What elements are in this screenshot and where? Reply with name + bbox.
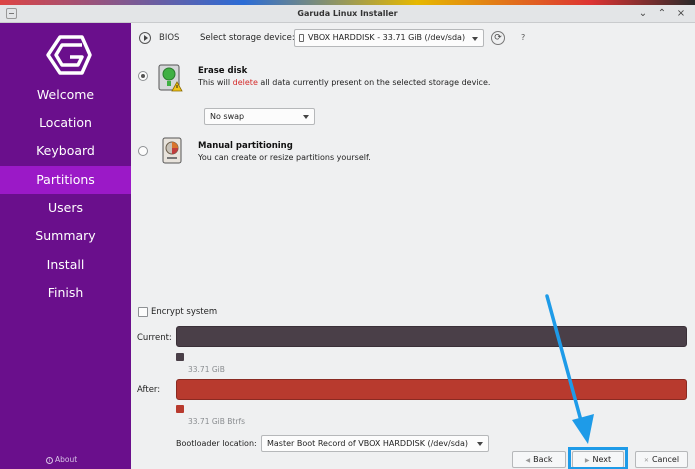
- encrypt-system-checkbox[interactable]: [138, 307, 148, 317]
- bootloader-select[interactable]: Master Boot Record of VBOX HARDDISK (/de…: [261, 435, 489, 452]
- sidebar-item-summary: Summary: [35, 228, 96, 243]
- firmware-icon: [139, 32, 151, 44]
- after-size: 33.71 GiB Btrfs: [188, 417, 245, 426]
- back-arrow-icon: ◀: [525, 457, 531, 464]
- after-legend-swatch: [176, 405, 184, 413]
- erase-disk-radio[interactable]: [138, 71, 148, 81]
- after-label: After:: [137, 385, 161, 395]
- about-button[interactable]: i About: [46, 455, 77, 464]
- sidebar-item-install: Install: [46, 257, 85, 272]
- erase-desc-part: all data currently present on the select…: [257, 78, 491, 87]
- installer-window: Garuda Linux Installer ⌄ ⌃ × Welcome Loc…: [0, 5, 695, 469]
- sidebar-item-partitions: Partitions: [0, 166, 131, 194]
- garuda-logo: [46, 35, 92, 75]
- storage-device-select[interactable]: VBOX HARDDISK - 33.71 GiB (/dev/sda): [294, 29, 484, 47]
- swap-value: No swap: [210, 112, 245, 121]
- back-button[interactable]: ◀ Back: [512, 451, 566, 468]
- current-legend-swatch: [176, 353, 184, 361]
- sidebar-item-welcome: Welcome: [36, 87, 95, 102]
- erase-disk-title: Erase disk: [198, 66, 248, 76]
- storage-device-label: Select storage device:: [200, 33, 295, 43]
- sidebar: Welcome Location Keyboard Partitions Use…: [0, 23, 131, 469]
- cancel-label: Cancel: [651, 455, 680, 464]
- erase-disk-description: This will delete all data currently pres…: [198, 78, 490, 87]
- about-label: About: [55, 455, 78, 464]
- chevron-down-icon: [472, 37, 478, 41]
- refresh-icon[interactable]: ⟳: [491, 31, 505, 45]
- current-partition-bar: [176, 326, 687, 347]
- current-label: Current:: [137, 333, 172, 343]
- manual-partitioning-radio[interactable]: [138, 146, 148, 156]
- maximize-icon[interactable]: ⌃: [656, 8, 668, 20]
- sidebar-item-finish: Finish: [47, 285, 84, 300]
- erase-desc-delete: delete: [232, 78, 258, 87]
- sidebar-item-keyboard: Keyboard: [36, 143, 95, 158]
- chevron-down-icon: [303, 115, 309, 119]
- hard-disk-icon: [299, 34, 304, 42]
- chevron-down-icon: [477, 442, 483, 446]
- info-icon: i: [46, 456, 53, 464]
- bootloader-label: Bootloader location:: [176, 439, 257, 448]
- bootloader-value: Master Boot Record of VBOX HARDDISK (/de…: [267, 439, 468, 448]
- erase-disk-icon: [158, 64, 183, 92]
- partitions-page: BIOS Select storage device: VBOX HARDDIS…: [131, 23, 695, 469]
- title-bar: Garuda Linux Installer ⌄ ⌃ ×: [0, 5, 695, 23]
- after-partition-bar: [176, 379, 687, 400]
- storage-device-value: VBOX HARDDISK - 33.71 GiB (/dev/sda): [308, 33, 466, 42]
- manual-partitioning-title: Manual partitioning: [198, 141, 293, 151]
- erase-desc-part: This will: [198, 78, 233, 87]
- minimize-icon[interactable]: ⌄: [637, 8, 649, 20]
- cancel-button[interactable]: ✕ Cancel: [635, 451, 688, 468]
- manual-partitioning-description: You can create or resize partitions your…: [198, 153, 371, 162]
- window-title: Garuda Linux Installer: [297, 9, 398, 18]
- manual-partitioning-icon: [162, 137, 182, 164]
- current-size: 33.71 GiB: [188, 365, 225, 374]
- sidebar-item-users: Users: [47, 200, 83, 215]
- cancel-icon: ✕: [643, 457, 649, 464]
- encrypt-system-label: Encrypt system: [151, 307, 218, 317]
- next-button-highlight-annotation: [568, 447, 628, 469]
- sidebar-item-location: Location: [39, 115, 92, 130]
- back-label: Back: [533, 455, 553, 464]
- help-button[interactable]: ?: [521, 33, 525, 42]
- close-icon[interactable]: ×: [675, 8, 687, 20]
- swap-select[interactable]: No swap: [204, 108, 315, 125]
- firmware-label: BIOS: [159, 33, 180, 43]
